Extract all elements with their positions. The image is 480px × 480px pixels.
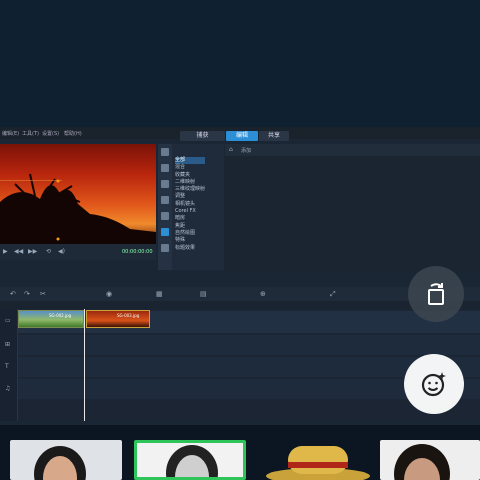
category-item[interactable]: 混合 [175,164,205,171]
straw-hat [266,446,370,480]
face-portrait [166,445,218,477]
menu-edit[interactable]: 编辑(E) [2,130,19,137]
face-portrait [394,444,450,480]
path-icon[interactable] [161,244,169,252]
title-icon[interactable] [161,196,169,204]
face-beauty-button[interactable] [404,354,464,414]
playback-controls: ▶ ◀◀ ▶▶ ⟲ ◀) 00:00:00:00 [0,244,156,260]
multi-trim-icon[interactable]: ▦ [156,290,163,298]
library-toolbar: ⌂ 添加 [225,144,480,156]
graphics-icon[interactable] [161,212,169,220]
category-item[interactable]: 相机镜头 [175,201,205,208]
overlay-track [18,335,480,355]
tab-edit[interactable]: 编辑 [226,131,258,141]
face-thumbnail-selected[interactable] [134,440,246,480]
tab-share[interactable]: 共享 [259,131,289,141]
track-headers: ▭ ⊞ T ♫ [0,309,18,421]
voice-track-icon[interactable]: ♫ [5,385,10,392]
audio-mixer-icon[interactable]: ▤ [200,290,207,298]
media-icon[interactable] [161,148,169,156]
preview-image [0,144,156,244]
record-icon[interactable]: ◉ [106,290,112,298]
repeat-icon[interactable]: ⟲ [46,248,51,255]
rotate-screen-button[interactable] [408,266,464,322]
overlay-track-icon[interactable]: ⊞ [5,341,10,348]
clip-sunset[interactable]: SG-003.jpg [86,310,150,328]
folder-icon[interactable]: ⌂ [229,146,233,153]
timeline-ruler [0,301,480,309]
filter-library [225,144,480,272]
filter-icon[interactable] [161,228,169,236]
face-thumbnail[interactable] [380,440,480,480]
top-dark-area [0,0,480,127]
menu-tools[interactable]: 工具(T) [22,130,39,137]
preview-timecode: 00:00:00:00 [122,249,153,255]
playhead[interactable] [84,309,85,421]
clip-label: SG-002.jpg [49,313,72,318]
motion-tracking-icon[interactable]: ⊕ [260,290,266,298]
category-item[interactable]: 收藏夹 [175,172,205,179]
face-portrait [34,446,86,480]
clip-label: SG-003.jpg [117,313,140,318]
clip-landscape[interactable]: SG-002.jpg [18,310,84,328]
rotate-screen-icon [428,283,444,305]
category-item[interactable]: 特殊 [175,237,205,244]
split-icon[interactable]: ✂ [40,290,46,298]
preview-panel: ▶ ◀◀ ▶▶ ⟲ ◀) 00:00:00:00 [0,144,156,260]
menu-help[interactable]: 帮助(H) [64,130,82,137]
play-button[interactable]: ▶ [3,248,8,255]
transition-icon[interactable] [161,180,169,188]
volume-icon[interactable]: ◀) [58,248,65,255]
category-icon-strip [158,144,172,270]
video-track-icon[interactable]: ▭ [5,317,11,324]
category-list: 全部 混合 收藏夹 二维映射 三维纹理映射 调整 相机镜头 Corel FX 暗… [175,157,206,252]
category-item[interactable]: 标题效果 [175,245,205,252]
redo-icon[interactable]: ↷ [24,290,30,298]
tab-capture[interactable]: 捕获 [180,131,225,141]
face-beauty-icon [421,372,446,397]
zoom-fit-icon[interactable]: ⤢ [330,290,336,299]
menu-settings[interactable]: 设置(S) [42,130,59,137]
face-thumbnail[interactable] [258,440,370,480]
prev-frame-button[interactable]: ◀◀ [14,248,23,255]
category-item[interactable]: 暗房 [175,215,205,222]
tree-silhouette [0,173,156,244]
category-item[interactable]: 调整 [175,193,205,200]
undo-icon[interactable]: ↶ [10,290,16,298]
instant-project-icon[interactable] [161,164,169,172]
title-track-icon[interactable]: T [5,363,9,370]
face-thumbnail[interactable] [10,440,122,480]
add-folder-button[interactable]: 添加 [241,147,251,154]
category-item[interactable]: 焦距 [175,223,205,230]
next-frame-button[interactable]: ▶▶ [28,248,37,255]
